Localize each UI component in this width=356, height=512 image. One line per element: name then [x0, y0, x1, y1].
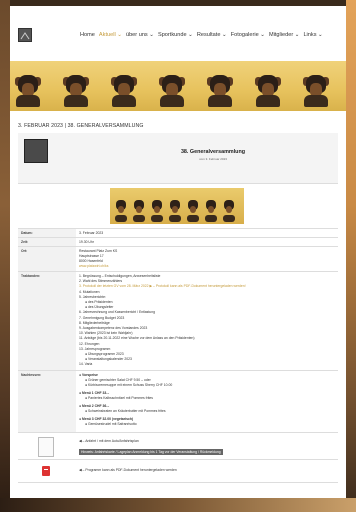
banner-image [10, 61, 346, 111]
map-info-bar: Hinweis: Anfahrtskarte / Lageplan Anmeld… [79, 448, 223, 455]
post-title: 3. FEBRUAR 2023 | 38. GENERALVERSAMMLUNG [18, 123, 144, 129]
background-right [346, 0, 356, 512]
ort-label: Ort: [18, 246, 76, 272]
background-bottom [0, 498, 356, 512]
event-header: 38. Generalversammlung vom 3. Februar 20… [18, 133, 338, 183]
event-table: 38. Generalversammlung vom 3. Februar 20… [18, 133, 338, 483]
background-left [0, 0, 10, 512]
menu-block: ● Menü 1 CHF 33.– ● Paniertes Kalbsschni… [79, 391, 335, 401]
event-subtitle: vom 3. Februar 2023 [199, 157, 227, 161]
nav-links[interactable]: Links ⌄ [303, 32, 322, 38]
menu-list: ● Vorspeise ● Grüner gemischter Salat CH… [76, 370, 338, 433]
event-logo-icon [24, 139, 48, 163]
banner-dog [158, 73, 186, 107]
menu-item: ● Paniertes Kalbsschnitzel mit Pommes fr… [85, 395, 153, 400]
zeit-value: 19.30 Uhr [76, 237, 338, 247]
nachtessen-label: Nachtessen: [18, 370, 76, 433]
row-ort: Ort: Restaurant Platz Zum KS Hauptstrass… [18, 246, 338, 272]
banner-dog [302, 73, 330, 107]
nav-fotogalerie[interactable]: Fotogalerie ⌄ [231, 32, 265, 38]
event-title: 38. Generalversammlung [180, 149, 246, 155]
menu-block: ● Menü 3 CHF 32.00 (vegetarisch) ● Gemüs… [79, 417, 335, 427]
nav-ueber-uns[interactable]: über uns ⌄ [126, 32, 154, 38]
datum-label: Datum: [18, 228, 76, 238]
traktanden-list: 1. Begrüssung – Entschuldigungen, Anwese… [76, 271, 338, 371]
map-attachment-text[interactable]: ◀ – Anfahrt / mit dem Auto/Anfahrtsplan [79, 439, 335, 443]
row-zeit: Zeit: 19.30 Uhr [18, 237, 338, 247]
main-nav: Home Aktuell ⌄ über uns ⌄ Sportkunde ⌄ R… [80, 32, 323, 38]
row-attachment-map: ◀ – Anfahrt / mit dem Auto/Anfahrtsplan … [18, 432, 338, 460]
traktanden-label: Traktanden: [18, 271, 76, 371]
nav-mitglieder[interactable]: Mitglieder ⌄ [269, 32, 300, 38]
menu-block: ● Menü 2 CHF 36.– ● Schweinsbraten an Kr… [79, 404, 335, 414]
row-traktanden: Traktanden: 1. Begrüssung – Entschuldigu… [18, 271, 338, 371]
banner-dog [14, 73, 42, 107]
pdf-icon[interactable] [42, 465, 50, 476]
event-photo [18, 184, 338, 228]
page: Home Aktuell ⌄ über uns ⌄ Sportkunde ⌄ R… [10, 6, 346, 498]
club-logo-icon[interactable] [18, 28, 32, 42]
site-header: Home Aktuell ⌄ über uns ⌄ Sportkunde ⌄ R… [10, 6, 346, 61]
nav-aktuell[interactable]: Aktuell ⌄ [99, 32, 122, 38]
map-thumbnail[interactable] [38, 436, 54, 457]
menu-item: ● Gemüsestrudel mit Safranrisotto [85, 421, 137, 426]
banner-dog [254, 73, 282, 107]
nav-sportkunde[interactable]: Sportkunde ⌄ [158, 32, 193, 38]
ort-link[interactable]: www.platzwirt.ch/ks [79, 264, 335, 269]
row-nachtessen: Nachtessen: ● Vorspeise ● Grüner gemisch… [18, 370, 338, 433]
dogs-group-photo [110, 188, 244, 224]
menu-block: ● Vorspeise ● Grüner gemischter Salat CH… [79, 373, 335, 388]
row-datum: Datum: 3. Februar 2023 [18, 228, 338, 238]
datum-value: 3. Februar 2023 [76, 228, 338, 238]
banner-dog [62, 73, 90, 107]
banner-dog [206, 73, 234, 107]
nav-resultate[interactable]: Resultate ⌄ [197, 32, 227, 38]
pdf-attachment-text[interactable]: ◀ – Programm kann als PDF-Dokument herun… [79, 468, 335, 472]
menu-item: ● Schweinsbraten an Kräuterbutter mit Po… [85, 408, 166, 413]
agenda-item: 14. Varia [79, 362, 93, 367]
banner-dog [110, 73, 138, 107]
row-attachment-pdf: ◀ – Programm kann als PDF-Dokument herun… [18, 459, 338, 483]
zeit-label: Zeit: [18, 237, 76, 247]
menu-item: ● Kürbiscremesuppe mit einem Schuss Sher… [85, 382, 173, 387]
nav-home[interactable]: Home [80, 32, 95, 38]
